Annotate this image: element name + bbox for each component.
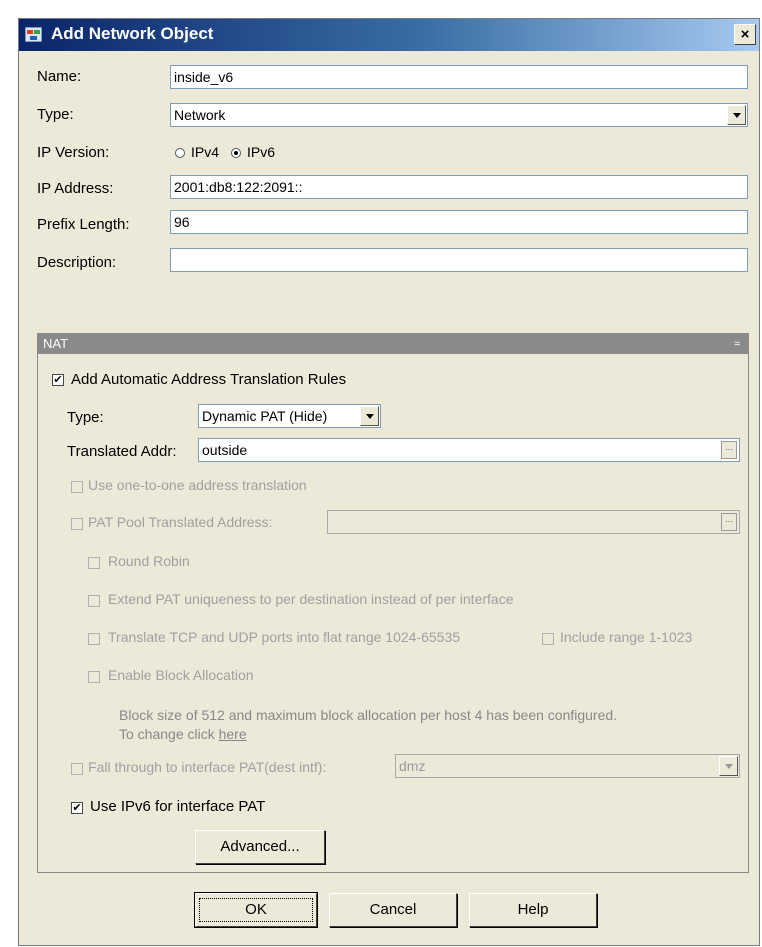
add-network-object-dialog: Add Network Object × Name: inside_v6 Typ… — [18, 18, 760, 946]
fall-through-select[interactable]: dmz — [395, 754, 740, 778]
include-range-checkbox[interactable] — [542, 633, 554, 645]
ipv6-label: IPv6 — [247, 144, 276, 160]
name-input[interactable]: inside_v6 — [170, 65, 748, 89]
type-select-value: Network — [174, 107, 226, 123]
pat-pool-input[interactable]: ... — [327, 510, 740, 534]
ipv4-radio[interactable] — [175, 148, 185, 158]
nat-type-select[interactable]: Dynamic PAT (Hide) — [198, 404, 381, 428]
round-robin-label: Round Robin — [108, 553, 190, 569]
add-rules-label: Add Automatic Address Translation Rules — [71, 371, 347, 388]
extend-pat-checkbox[interactable] — [88, 595, 100, 607]
one-to-one-label: Use one-to-one address translation — [88, 477, 307, 493]
block-allocation-checkbox[interactable] — [88, 671, 100, 683]
use-ipv6-checkbox[interactable] — [71, 802, 83, 814]
title-bar[interactable]: Add Network Object × — [19, 19, 759, 51]
pat-pool-checkbox[interactable] — [71, 518, 83, 530]
cancel-button[interactable]: Cancel — [329, 893, 457, 927]
prefix-length-label: Prefix Length: — [37, 216, 130, 233]
chevron-down-icon[interactable] — [727, 105, 746, 125]
ok-button[interactable]: OK — [194, 892, 318, 928]
close-button[interactable]: × — [734, 24, 756, 45]
type-select[interactable]: Network — [170, 103, 748, 127]
help-button[interactable]: Help — [469, 893, 597, 927]
browse-icon[interactable]: ... — [721, 513, 737, 531]
chevron-down-icon[interactable] — [360, 406, 379, 426]
ip-address-input[interactable]: 2001:db8:122:2091:: — [170, 175, 748, 199]
block-info-text: Block size of 512 and maximum block allo… — [119, 706, 617, 744]
prefix-length-input[interactable]: 96 — [170, 210, 748, 234]
round-robin-checkbox[interactable] — [88, 557, 100, 569]
block-info-line2: To change click — [119, 726, 215, 742]
dialog-title: Add Network Object — [51, 24, 214, 43]
nat-type-label: Type: — [67, 409, 104, 426]
ipv4-label: IPv4 — [191, 144, 220, 160]
pat-pool-label: PAT Pool Translated Address: — [88, 514, 273, 530]
nat-type-select-value: Dynamic PAT (Hide) — [202, 408, 328, 424]
close-icon: × — [740, 26, 750, 43]
fall-through-value: dmz — [399, 758, 426, 774]
browse-icon[interactable]: ... — [721, 441, 737, 459]
ipv6-radio[interactable] — [231, 148, 241, 158]
include-range-label: Include range 1-1023 — [560, 629, 693, 645]
ip-version-label: IP Version: — [37, 144, 110, 161]
translated-addr-input[interactable]: outside ... — [198, 438, 740, 462]
description-label: Description: — [37, 254, 117, 271]
change-here-link[interactable]: here — [219, 726, 247, 742]
translated-addr-value: outside — [202, 442, 248, 458]
nat-header-title: NAT — [43, 336, 69, 351]
use-ipv6-label: Use IPv6 for interface PAT — [90, 798, 266, 815]
description-input[interactable] — [170, 248, 748, 272]
chevron-down-icon[interactable] — [719, 756, 738, 776]
advanced-button[interactable]: Advanced... — [195, 830, 325, 864]
one-to-one-checkbox[interactable] — [71, 481, 83, 493]
ok-button-label: OK — [199, 898, 313, 922]
fall-through-label: Fall through to interface PAT(dest intf)… — [88, 759, 327, 775]
collapse-icon[interactable]: ≈ — [734, 334, 740, 354]
ip-address-label: IP Address: — [37, 180, 114, 197]
type-label: Type: — [37, 106, 74, 123]
nat-header[interactable]: NAT ≈ — [38, 334, 748, 354]
name-label: Name: — [37, 68, 82, 85]
block-allocation-label: Enable Block Allocation — [108, 667, 254, 683]
translate-ports-checkbox[interactable] — [88, 633, 100, 645]
nat-panel: NAT ≈ Add Automatic Address Translation … — [37, 333, 749, 873]
block-info-line1: Block size of 512 and maximum block allo… — [119, 707, 618, 723]
network-object-icon — [25, 27, 42, 42]
fall-through-checkbox[interactable] — [71, 763, 83, 775]
extend-pat-label: Extend PAT uniqueness to per destination… — [108, 591, 514, 607]
add-rules-checkbox[interactable] — [52, 374, 64, 386]
translate-ports-label: Translate TCP and UDP ports into flat ra… — [108, 629, 461, 645]
translated-addr-label: Translated Addr: — [67, 443, 177, 460]
